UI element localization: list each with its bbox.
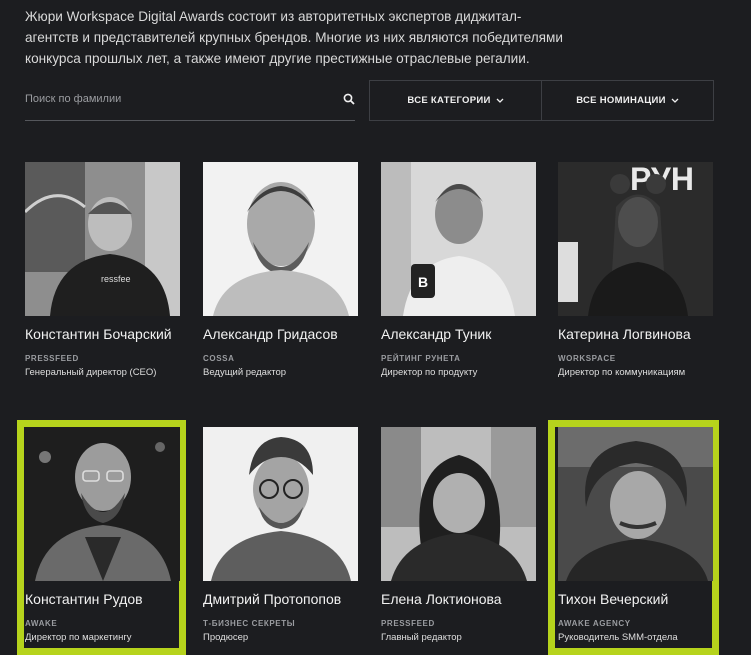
jury-card[interactable]: Константин Рудов AWAKE Директор по марке…	[25, 427, 185, 643]
jury-name: Елена Локтионова	[381, 591, 502, 607]
jury-name: Тихон Вечерский	[558, 591, 669, 607]
search-icon[interactable]	[343, 93, 355, 105]
jury-role: Директор по маркетингу	[25, 632, 132, 643]
jury-card[interactable]: B Александр Туник РЕЙТИНГ РУНЕТА Директо…	[381, 162, 541, 378]
jury-card[interactable]: ressfee Константин Бочарский PRESSFEED Г…	[25, 162, 185, 378]
jury-photo	[381, 427, 536, 581]
jury-role: Руководитель SMM-отдела	[558, 632, 678, 643]
jury-card[interactable]: Дмитрий Протопопов Т-БИЗНЕС СЕКРЕТЫ Прод…	[203, 427, 363, 643]
chevron-down-icon	[496, 98, 504, 103]
jury-card[interactable]: Александр Гридасов COSSA Ведущий редакто…	[203, 162, 363, 378]
search-input[interactable]	[25, 80, 325, 118]
jury-card[interactable]: РУН Катерина Логвинова WORKSPACE Директо…	[558, 162, 718, 378]
jury-photo	[203, 162, 358, 316]
jury-company: Т-БИЗНЕС СЕКРЕТЫ	[203, 619, 296, 628]
jury-photo: РУН	[558, 162, 713, 316]
jury-company: AWAKE	[25, 619, 58, 628]
jury-photo: ressfee	[25, 162, 180, 316]
jury-role: Ведущий редактор	[203, 367, 287, 378]
jury-name: Константин Бочарский	[25, 326, 172, 342]
categories-dropdown[interactable]: Все категории	[370, 81, 541, 120]
svg-text:B: B	[418, 274, 428, 290]
jury-company: РЕЙТИНГ РУНЕТА	[381, 354, 461, 363]
nominations-dropdown-label: Все номинации	[576, 95, 666, 106]
chevron-down-icon	[671, 98, 679, 103]
jury-name: Константин Рудов	[25, 591, 143, 607]
jury-name: Александр Туник	[381, 326, 492, 342]
jury-role: Директор по коммуникациям	[558, 367, 686, 378]
jury-company: PRESSFEED	[25, 354, 79, 363]
jury-company: WORKSPACE	[558, 354, 616, 363]
surname-search	[25, 80, 355, 121]
jury-role: Директор по продукту	[381, 367, 478, 378]
jury-role: Главный редактор	[381, 632, 462, 643]
svg-text:ressfee: ressfee	[101, 274, 131, 284]
jury-photo	[203, 427, 358, 581]
jury-role: Генеральный директор (CEO)	[25, 367, 157, 378]
jury-card[interactable]: Елена Локтионова PRESSFEED Главный редак…	[381, 427, 541, 643]
jury-company: PRESSFEED	[381, 619, 435, 628]
jury-photo: B	[381, 162, 536, 316]
nominations-dropdown[interactable]: Все номинации	[541, 81, 713, 120]
jury-name: Дмитрий Протопопов	[203, 591, 342, 607]
jury-intro-text: Жюри Workspace Digital Awards состоит из…	[25, 9, 563, 66]
jury-name: Катерина Логвинова	[558, 326, 691, 342]
jury-photo	[25, 427, 180, 581]
filter-bar: Все категории Все номинации	[369, 80, 714, 121]
jury-photo	[558, 427, 713, 581]
jury-card[interactable]: Тихон Вечерский AWAKE AGENCY Руководител…	[558, 427, 718, 643]
jury-role: Продюсер	[203, 632, 249, 643]
jury-company: COSSA	[203, 354, 235, 363]
jury-company: AWAKE AGENCY	[558, 619, 631, 628]
categories-dropdown-label: Все категории	[407, 95, 491, 106]
jury-name: Александр Гридасов	[203, 326, 338, 342]
